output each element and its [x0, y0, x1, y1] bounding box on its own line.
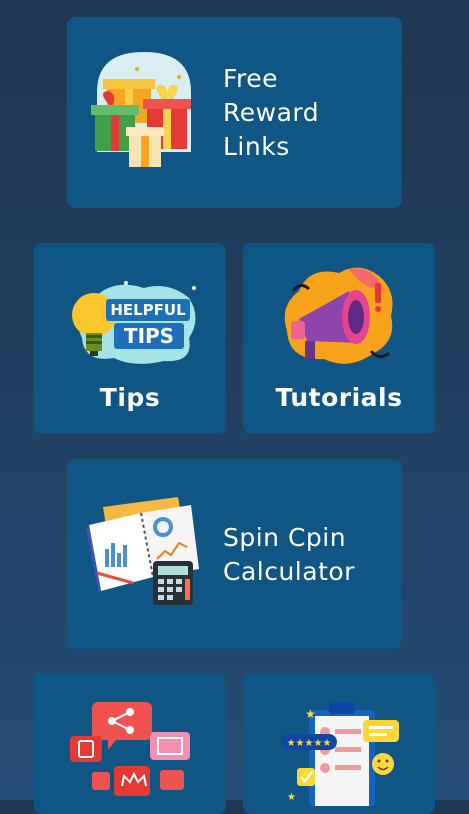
- tips-card[interactable]: HELPFUL TIPS Tips: [34, 243, 226, 434]
- app-screen: { "cards": { "free_reward": { "line1": "…: [0, 0, 469, 814]
- svg-text:★: ★: [287, 792, 296, 803]
- notebook-calculator-icon: [86, 497, 199, 605]
- lightbulb-tips-icon: HELPFUL TIPS: [72, 281, 196, 364]
- reviews-card[interactable]: ★★★★★ ★ ★: [243, 674, 435, 814]
- helpful-badge-text: HELPFUL: [110, 301, 186, 319]
- svg-text:★★★★★: ★★★★★: [287, 738, 332, 749]
- title-line: Calculator: [223, 557, 355, 586]
- megaphone-icon: [284, 267, 393, 364]
- tips-label: Tips: [99, 383, 161, 412]
- gift-boxes-icon: [91, 52, 191, 167]
- tutorials-label: Tutorials: [275, 383, 403, 412]
- spin-cpin-calculator-card[interactable]: Spin Cpin Calculator: [67, 459, 402, 649]
- free-reward-links-card[interactable]: Free Reward Links: [67, 17, 402, 208]
- title-line: Spin Cpin: [223, 523, 347, 552]
- free-reward-links-title: Free Reward Links: [223, 62, 319, 164]
- social-share-icon: [70, 702, 190, 796]
- spin-cpin-calculator-title: Spin Cpin Calculator: [223, 521, 355, 589]
- title-line: Reward: [223, 98, 320, 127]
- reviews-clipboard-icon: ★★★★★ ★ ★: [281, 702, 399, 806]
- tips-badge-text: TIPS: [124, 324, 174, 348]
- social-share-card[interactable]: [34, 674, 226, 814]
- title-line: Links: [223, 132, 290, 161]
- svg-text:★: ★: [305, 707, 316, 721]
- tutorials-card[interactable]: Tutorials: [243, 243, 435, 434]
- title-line: Free: [223, 64, 279, 93]
